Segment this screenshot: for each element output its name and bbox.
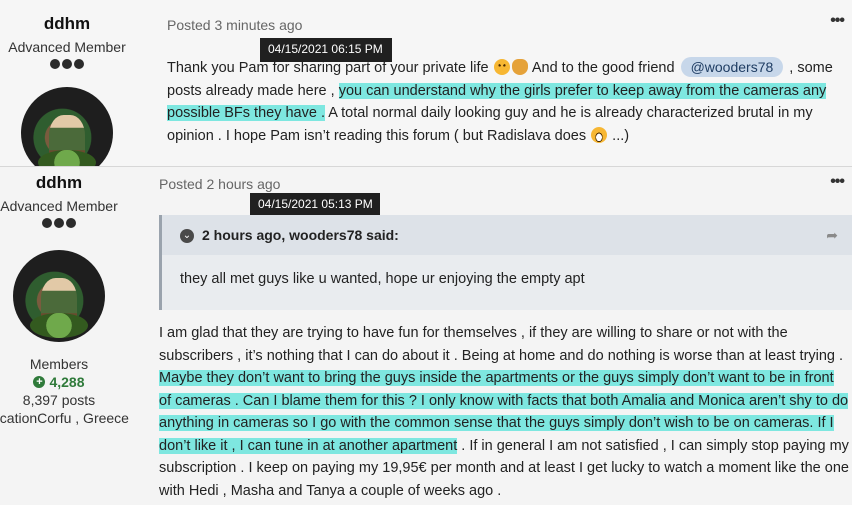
post-options-button[interactable]: ••• xyxy=(830,173,845,191)
grinning-face-icon xyxy=(591,126,608,143)
author-name[interactable]: ddhm xyxy=(0,173,118,193)
chevron-down-icon[interactable]: ⌄ xyxy=(180,229,194,243)
post-text: I am glad that they are trying to have f… xyxy=(159,325,844,364)
author-panel: ddhm Advanced Member Members + 4,288 8,3… xyxy=(0,173,129,427)
forum-post: ddhm Advanced Member Posted 3 minutes ag… xyxy=(0,0,852,179)
author-location: ocationCorfu , Greece xyxy=(0,410,129,426)
rank-pip xyxy=(42,218,52,228)
post-options-button[interactable]: ••• xyxy=(830,12,845,30)
reputation-badge: + 4,288 xyxy=(0,373,118,391)
reputation-count: 4,288 xyxy=(49,374,85,390)
post-text: ...) xyxy=(608,127,630,144)
member-group: Members xyxy=(29,356,89,372)
user-mention[interactable]: @wooders78 xyxy=(680,57,784,77)
post-meta: Posted 3 minutes ago xyxy=(167,17,302,33)
rank-pips xyxy=(0,59,134,71)
quote-block: ⌄ 2 hours ago, wooders78 said: ➦ they al… xyxy=(159,215,852,310)
avatar[interactable] xyxy=(13,250,105,342)
posted-label: Posted xyxy=(167,17,211,33)
plus-circle-icon: + xyxy=(33,376,46,388)
forum-post: ddhm Advanced Member Members + 4,288 8,3… xyxy=(0,166,852,505)
timestamp-tooltip: 04/15/2021 05:13 PM xyxy=(250,193,380,217)
rank-pip xyxy=(50,59,60,69)
smiling-face-icon xyxy=(493,59,510,75)
rank-pip xyxy=(54,218,64,228)
post-text: And to the good friend xyxy=(528,60,679,76)
post-content: I am glad that they are trying to have f… xyxy=(159,322,849,502)
rank-pip xyxy=(62,59,72,69)
share-arrow-icon[interactable]: ➦ xyxy=(826,227,838,244)
author-rank: Advanced Member xyxy=(0,198,118,214)
quote-text: they all met guys like u wanted, hope ur… xyxy=(180,271,585,287)
author-rank: Advanced Member xyxy=(8,39,126,55)
post-content: Thank you Pam for sharing part of your p… xyxy=(167,57,849,147)
avatar-detail xyxy=(29,312,89,339)
post-time[interactable]: 3 minutes ago xyxy=(214,17,302,33)
quote-header: ⌄ 2 hours ago, wooders78 said: ➦ xyxy=(162,215,852,255)
post-meta: Posted 2 hours ago xyxy=(159,176,280,192)
clapping-hands-icon xyxy=(511,59,528,75)
rank-pip xyxy=(74,59,84,69)
posted-label: Posted xyxy=(159,176,203,192)
author-panel: ddhm Advanced Member xyxy=(0,14,134,179)
post-count: 8,397 posts xyxy=(22,392,96,408)
rank-pip xyxy=(66,218,76,228)
post-text: Thank you Pam for sharing part of your p… xyxy=(167,60,493,76)
quote-citation: 2 hours ago, wooders78 said: xyxy=(202,227,399,243)
author-name[interactable]: ddhm xyxy=(0,14,134,34)
post-time[interactable]: 2 hours ago xyxy=(206,176,280,192)
rank-pips xyxy=(0,218,118,230)
